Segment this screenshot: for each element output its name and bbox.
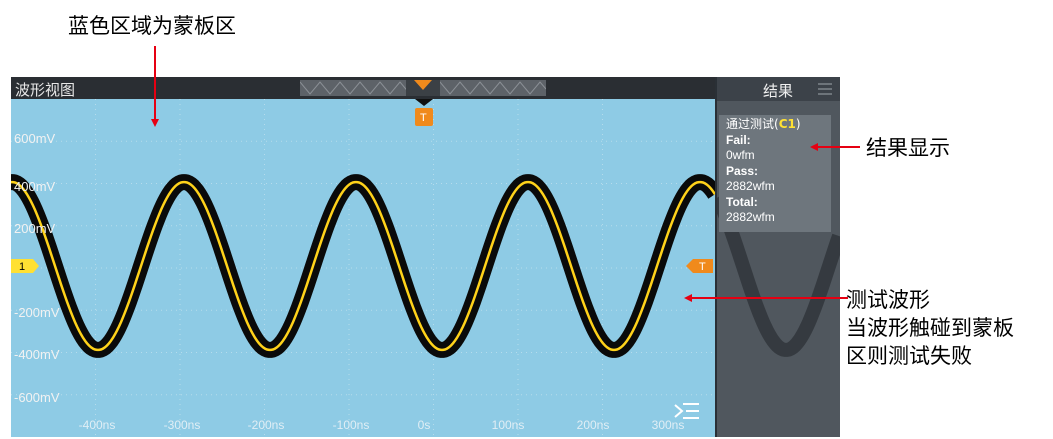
- y-tick-label: -600mV: [14, 390, 60, 405]
- annotation-line-2: 当波形触碰到蒙板: [846, 316, 1014, 340]
- captured-waveform-band: [11, 174, 715, 358]
- pass-value: 2882wfm: [726, 179, 775, 193]
- trigger-level-label: T: [699, 261, 706, 273]
- result-display-annotation: 结果显示: [866, 136, 950, 160]
- fail-label: Fail:: [726, 132, 751, 147]
- x-tick-label: -100ns: [332, 418, 370, 432]
- waveform-view-titlebar: 波形视图: [11, 77, 715, 99]
- annotation-line-3: 区则测试失败: [846, 344, 972, 368]
- total-label: Total:: [726, 194, 758, 209]
- x-tick-label: 300ns: [651, 418, 685, 432]
- test-waveform-annotation: 测试波形 当波形触碰到蒙板 区则测试失败: [846, 286, 1014, 370]
- result-header: 通过测试(C1): [726, 117, 831, 133]
- x-tick-label: 100ns: [491, 418, 525, 432]
- y-tick-label: 200mV: [14, 221, 56, 236]
- panel-title: 结果: [763, 82, 794, 100]
- pass-fail-result-box: 通过测试(C1) Fail: 0wfm Pass: 2882wfm Total:…: [719, 115, 831, 232]
- annotation-line-1: 测试波形: [846, 288, 930, 312]
- trigger-arrow-icon: [415, 99, 433, 106]
- y-tick-label: 400mV: [14, 179, 56, 194]
- x-tick-label: 0s: [417, 418, 431, 432]
- total-value: 2882wfm: [726, 210, 775, 224]
- pass-label: Pass:: [726, 163, 759, 178]
- fail-value: 0wfm: [726, 148, 755, 162]
- result-panel: 结果 通过测试(C1) Fail: 0wfm Pass: 2882wfm Tot…: [717, 77, 840, 437]
- result-header-end: ): [795, 117, 801, 131]
- result-channel: C1: [778, 117, 796, 131]
- waveform-plot-area[interactable]: 1 T T 600mV 400mV 200mV -200mV -400mV -6…: [11, 99, 715, 437]
- waveform-canvas: 1 T T: [11, 99, 715, 437]
- trigger-position-label: T: [420, 112, 427, 124]
- panel-header: 结果: [717, 77, 840, 101]
- y-tick-label: -400mV: [14, 347, 60, 362]
- memory-overview-strip[interactable]: [300, 80, 546, 96]
- x-tick-label: 200ns: [576, 418, 610, 432]
- menu-toggle-icon[interactable]: [674, 403, 699, 419]
- graticule-grid: [11, 99, 715, 437]
- y-tick-label: -200mV: [14, 305, 60, 320]
- x-tick-label: -400ns: [78, 418, 116, 432]
- x-tick-label: -200ns: [247, 418, 285, 432]
- hamburger-menu-icon[interactable]: [818, 83, 832, 95]
- y-tick-label: 600mV: [14, 131, 56, 146]
- view-title: 波形视图: [15, 81, 76, 99]
- oscilloscope-window: 波形视图 1 T T 600mV 400mV 200mV -200mV -400…: [11, 77, 840, 437]
- x-tick-label: -300ns: [163, 418, 201, 432]
- result-header-text: 通过测试(: [726, 117, 779, 131]
- memory-overview-waveform: [300, 80, 546, 96]
- mask-region-annotation: 蓝色区域为蒙板区: [68, 14, 236, 38]
- channel-1-label: 1: [19, 261, 25, 273]
